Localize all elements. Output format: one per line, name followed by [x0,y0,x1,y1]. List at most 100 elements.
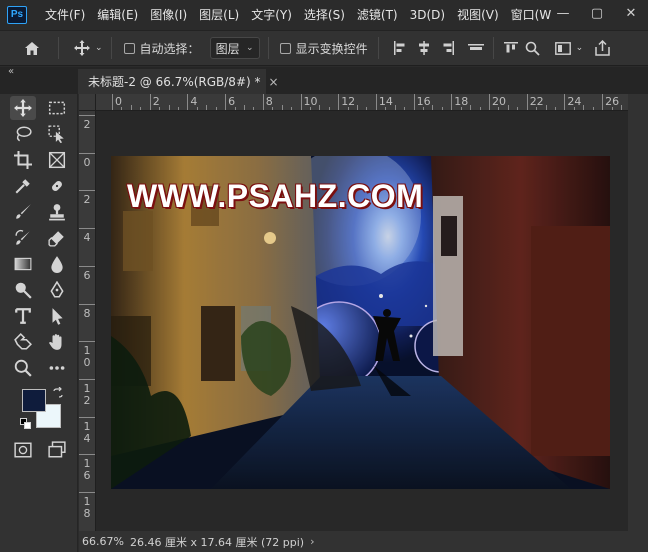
document-info: 26.46 厘米 x 17.64 厘米 (72 ppi) [130,535,305,549]
shape-icon[interactable] [10,330,36,354]
maximize-button[interactable]: ▢ [580,0,614,26]
home-icon[interactable] [22,41,42,56]
menu-layer[interactable]: 图层(L) [193,0,245,30]
hand-icon[interactable] [44,330,70,354]
workspace-icon[interactable] [554,41,572,55]
status-menu-icon[interactable]: › [310,535,314,548]
ruler-label: 6 [83,268,91,282]
ruler-tick [328,107,330,110]
auto-select-target-value: 图层 [215,41,240,56]
menu-view[interactable]: 视图(V) [451,0,505,30]
menu-file[interactable]: 文件(F) [39,0,91,30]
align-right-icon[interactable] [439,41,457,55]
close-button[interactable]: ✕ [614,0,648,26]
auto-select-checkbox[interactable] [123,42,135,54]
ruler-tick [79,454,95,456]
align-left-icon[interactable] [391,41,409,55]
ruler-tick [300,94,302,110]
app-logo[interactable]: Ps [7,6,27,24]
show-transform-label: 显示变换控件 [295,41,368,56]
ruler-tick [79,341,95,343]
ruler-label: 0 [83,155,91,169]
ruler-tick [507,105,509,110]
zoom-level[interactable]: 66.67% [82,535,128,548]
gradient-icon[interactable] [10,252,36,276]
document-tab[interactable]: 未标题-2 @ 66.7%(RGB/8#) * × [78,69,279,94]
swap-colors-icon[interactable] [52,386,64,399]
ruler-tick [583,105,585,110]
collapse-panels-icon[interactable]: « [8,66,14,77]
show-transform-checkbox[interactable] [279,42,291,54]
document-tab-title: 未标题-2 @ 66.7%(RGB/8#) * [88,75,261,89]
ruler-tick [215,107,217,110]
foreground-color-swatch[interactable] [22,389,46,412]
ruler-tick [309,107,311,110]
chevron-down-icon[interactable]: ⌄ [576,43,584,53]
ruler-tick [140,107,142,110]
share-icon[interactable] [593,40,611,56]
ruler-origin[interactable] [79,94,96,111]
ruler-tick [451,94,453,110]
stamp-icon[interactable] [44,200,70,224]
more-icon[interactable] [44,356,70,380]
ruler-tick [177,107,179,110]
ruler-tick [79,190,95,192]
type-icon[interactable] [10,304,36,328]
menu-image[interactable]: 图像(I) [144,0,193,30]
ruler-tick [394,105,396,110]
ruler-tick [554,107,556,110]
search-icon[interactable] [524,41,542,56]
path-select-icon[interactable] [44,304,70,328]
chevron-down-icon[interactable]: ⌄ [95,43,103,53]
menu-type[interactable]: 文字(Y) [245,0,298,30]
default-colors-icon[interactable] [20,418,32,430]
vertical-ruler[interactable]: 2 0 2 4 6 8 1 0 1 2 1 4 1 6 1 8 [79,111,96,531]
menu-select[interactable]: 选择(S) [298,0,351,30]
ruler-tick [347,107,349,110]
ruler-label: 4 [83,231,91,245]
move-icon[interactable] [10,96,36,120]
auto-select-target-dropdown[interactable]: 图层 ⌄ [209,37,260,59]
align-horizontal-center-icon[interactable] [415,41,433,55]
horizontal-ruler[interactable]: 0 2 4 6 8 10 12 14 16 18 20 22 24 26 [96,94,628,111]
close-tab-icon[interactable]: × [269,75,279,89]
menu-3d[interactable]: 3D(D) [404,0,451,30]
menu-items: 文件(F) 编辑(E) 图像(I) 图层(L) 文字(Y) 选择(S) 滤镜(T… [39,0,557,30]
zoom-icon[interactable] [10,356,36,380]
document-canvas[interactable]: WWW.PSAHZ.COM [111,156,610,489]
ruler-label: 1 8 [83,495,91,520]
separator [267,37,269,59]
eraser-icon[interactable] [44,226,70,250]
eyedropper-icon[interactable] [10,174,36,198]
ruler-label: 2 [83,193,91,207]
ruler-tick [149,94,151,110]
history-brush-icon[interactable] [10,226,36,250]
dodge-icon[interactable] [10,278,36,302]
quick-mask-icon[interactable] [10,438,36,462]
ruler-tick [536,107,538,110]
ruler-tick [79,228,95,230]
object-select-icon[interactable] [44,122,70,146]
ruler-tick [130,105,132,110]
distribute-icon[interactable] [502,41,520,55]
menu-filter[interactable]: 滤镜(T) [351,0,404,30]
minimize-button[interactable]: — [546,0,580,26]
align-top-icon[interactable] [467,41,485,55]
crop-icon[interactable] [10,148,36,172]
marquee-icon[interactable] [44,96,70,120]
window-controls: — ▢ ✕ [546,0,648,26]
menu-edit[interactable]: 编辑(E) [91,0,144,30]
ruler-tick [79,416,95,418]
blur-icon[interactable] [44,252,70,276]
lasso-icon[interactable] [10,122,36,146]
pen-icon[interactable] [44,278,70,302]
screen-mode-icon[interactable] [44,438,70,462]
healing-brush-icon[interactable] [44,174,70,198]
vertical-scrollbar[interactable] [628,94,648,531]
frame-icon[interactable] [44,148,70,172]
ruler-tick [517,107,519,110]
ruler-tick [404,107,406,110]
move-tool-preset-icon[interactable] [73,40,91,56]
brush-icon[interactable] [10,200,36,224]
ruler-tick [498,107,500,110]
